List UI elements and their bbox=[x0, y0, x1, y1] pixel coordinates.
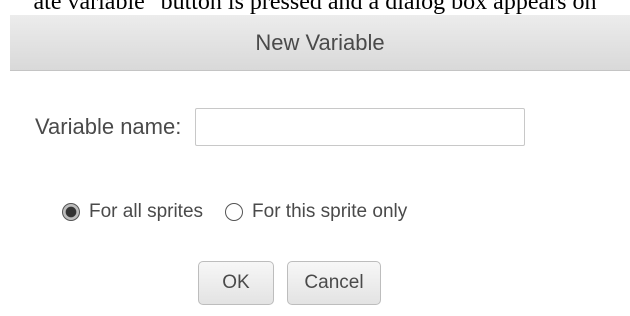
page: ate variable" button is pressed and a di… bbox=[0, 0, 630, 316]
dialog-title: New Variable bbox=[255, 30, 385, 55]
radio-for-this-sprite-only[interactable]: For this sprite only bbox=[225, 201, 407, 223]
radio-for-this-sprite-only-label: For this sprite only bbox=[252, 201, 408, 222]
radio-button-selected[interactable] bbox=[62, 203, 80, 221]
radio-for-all-sprites[interactable]: For all sprites bbox=[62, 201, 203, 223]
cancel-button[interactable]: Cancel bbox=[287, 261, 381, 305]
variable-name-row: Variable name: bbox=[35, 107, 526, 147]
dialog-buttons: OK Cancel bbox=[198, 261, 381, 305]
radio-button-unselected[interactable] bbox=[225, 203, 244, 221]
background-caption: ate variable" button is pressed and a di… bbox=[33, 0, 597, 15]
radio-for-all-sprites-label: For all sprites bbox=[89, 201, 204, 222]
dialog-titlebar[interactable]: New Variable bbox=[10, 15, 630, 71]
ok-button[interactable]: OK bbox=[198, 261, 274, 305]
variable-name-input[interactable] bbox=[195, 108, 526, 146]
variable-scope-group: For all sprites For this sprite only bbox=[62, 201, 407, 223]
new-variable-dialog: New Variable Variable name: For all spri… bbox=[10, 15, 630, 316]
variable-name-label: Variable name: bbox=[35, 114, 182, 139]
